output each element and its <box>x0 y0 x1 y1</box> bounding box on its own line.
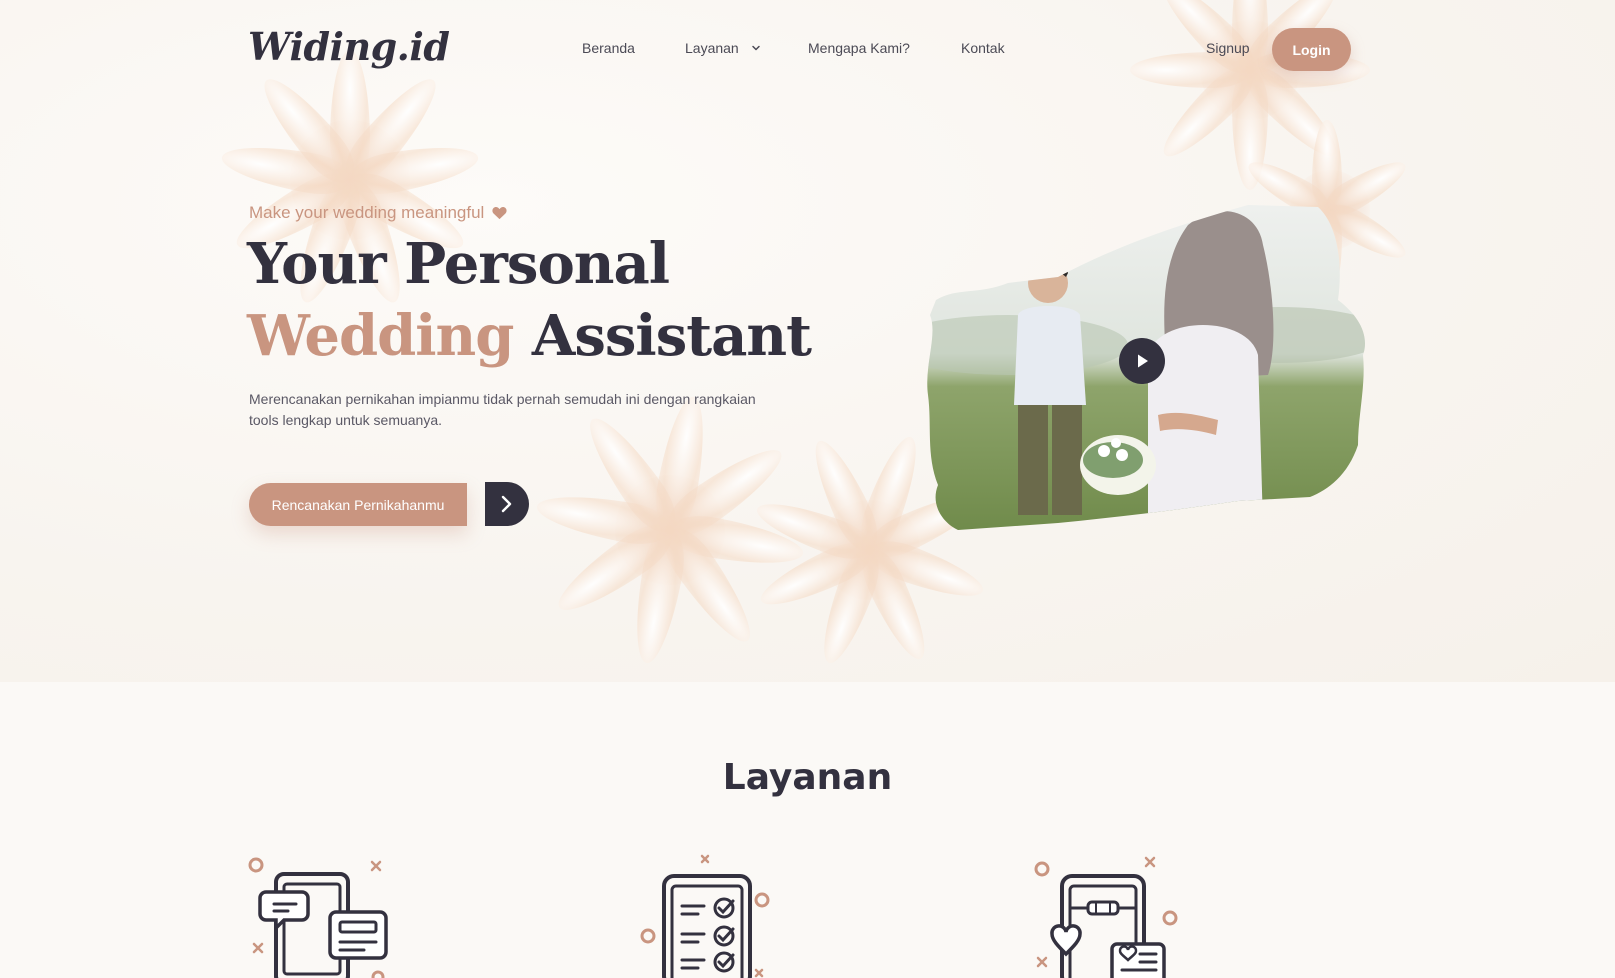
play-video-button[interactable] <box>1119 338 1165 384</box>
hero-headline: Your Personal Wedding Assistant <box>247 228 812 372</box>
hero-headline-accent: Wedding <box>247 303 514 369</box>
hero-headline-rest: Assistant <box>531 303 812 369</box>
invitation-phone-icon <box>1034 856 1178 978</box>
nav-item-layanan-label: Layanan <box>685 40 739 56</box>
hero-tagline: Make your wedding meaningful <box>249 203 507 223</box>
services-title: Layanan <box>722 757 893 798</box>
hero-headline-line1: Your Personal <box>247 231 670 297</box>
nav-item-layanan[interactable]: Layanan <box>685 40 761 56</box>
chat-tablet-icon <box>248 857 388 978</box>
play-icon <box>1138 354 1148 368</box>
brand-logo[interactable]: Widing.id <box>248 24 450 69</box>
nav-item-beranda[interactable]: Beranda <box>582 40 635 56</box>
login-button[interactable]: Login <box>1272 28 1351 71</box>
nav-item-mengapa-kami[interactable]: Mengapa Kami? <box>808 40 910 56</box>
cta-arrow-button[interactable] <box>485 482 529 526</box>
flower-decoration-top <box>1120 0 1380 200</box>
chevron-down-icon <box>751 45 760 51</box>
plan-wedding-button[interactable]: Rencanakan Pernikahanmu <box>249 483 467 526</box>
signup-link[interactable]: Signup <box>1206 40 1250 56</box>
heart-icon <box>492 206 507 220</box>
hero-subtext: Merencanakan pernikahan impianmu tidak p… <box>249 391 756 428</box>
chevron-right-icon <box>501 495 512 513</box>
nav-item-kontak[interactable]: Kontak <box>961 40 1005 56</box>
hero-tagline-text: Make your wedding meaningful <box>249 203 485 222</box>
checklist-icon <box>640 854 770 978</box>
